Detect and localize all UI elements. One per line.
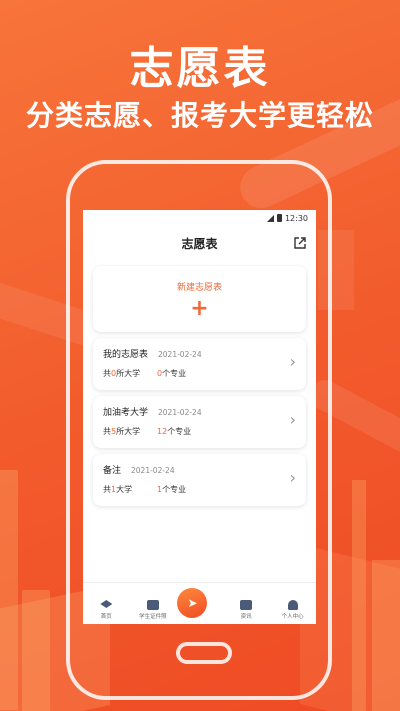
decor-building [352, 480, 366, 711]
paper-plane-icon: ➤ [177, 588, 208, 618]
list-item[interactable]: 加油考大学 2021-02-24 共5所大学 12个专业 › [93, 396, 306, 448]
major-suffix: 个专业 [162, 369, 187, 378]
tab-label: 资讯 [240, 614, 252, 620]
uni-suffix: 所大学 [116, 369, 141, 378]
list-item-name: 备注 [103, 466, 122, 476]
chevron-right-icon: › [289, 410, 296, 429]
new-list-label: 新建志愿表 [176, 283, 222, 293]
decor-building [372, 560, 400, 711]
decor-building [22, 590, 50, 711]
list-item-date: 2021-02-24 [158, 350, 202, 359]
share-icon[interactable] [293, 236, 307, 250]
nav-bar: 志愿表 [83, 226, 316, 260]
tab-label: 个人中心 [281, 614, 304, 620]
uni-prefix: 共 [103, 485, 111, 494]
tab-label: 学生证件照 [139, 614, 167, 620]
uni-suffix: 所大学 [116, 427, 141, 436]
plus-icon: + [190, 296, 209, 321]
status-bar: 12:30 [83, 210, 316, 226]
tab-label: 首页 [100, 614, 112, 620]
page-title: 志愿表 [181, 236, 218, 251]
app-screen: 12:30 志愿表 新建志愿表 + 我的志愿表 2021-02-24 共0所大学… [83, 210, 316, 624]
hero-title: 志愿表 [129, 43, 271, 94]
list-item[interactable]: 备注 2021-02-24 共1大学 1个专业 › [93, 454, 306, 506]
list-item-date: 2021-02-24 [158, 408, 202, 417]
tab-profile[interactable]: 个人中心 [271, 600, 315, 620]
signal-icon [266, 214, 274, 222]
major-suffix: 个专业 [162, 485, 187, 494]
graduation-cap-icon [100, 600, 113, 608]
uni-suffix: 大学 [116, 485, 133, 494]
decor-building [0, 470, 18, 710]
list-item-date: 2021-02-24 [131, 466, 175, 475]
chevron-right-icon: › [289, 468, 296, 487]
tab-home[interactable]: 首页 [84, 600, 128, 620]
tab-center[interactable]: ➤ [177, 588, 221, 620]
list-item-name: 加油考大学 [103, 408, 149, 418]
uni-prefix: 共 [103, 427, 111, 436]
tab-news[interactable]: 资讯 [224, 600, 268, 620]
status-time: 12:30 [284, 213, 308, 223]
list-item[interactable]: 我的志愿表 2021-02-24 共0所大学 0个专业 › [93, 338, 306, 390]
message-icon [240, 600, 253, 610]
tab-bar: 首页 学生证件照 ➤ 资讯 个人中心 [83, 582, 316, 624]
major-count: 12 [157, 427, 168, 436]
chevron-right-icon: › [289, 352, 296, 371]
person-icon [287, 600, 298, 610]
list-item-name: 我的志愿表 [103, 350, 149, 360]
hero-subtitle: 分类志愿、报考大学更轻松 [25, 99, 374, 132]
id-card-icon [146, 600, 159, 610]
tab-student-photo[interactable]: 学生证件照 [131, 600, 175, 620]
uni-prefix: 共 [103, 369, 111, 378]
new-list-card[interactable]: 新建志愿表 + [93, 266, 306, 332]
major-suffix: 个专业 [167, 427, 192, 436]
home-button [176, 642, 232, 664]
battery-icon [276, 214, 282, 222]
